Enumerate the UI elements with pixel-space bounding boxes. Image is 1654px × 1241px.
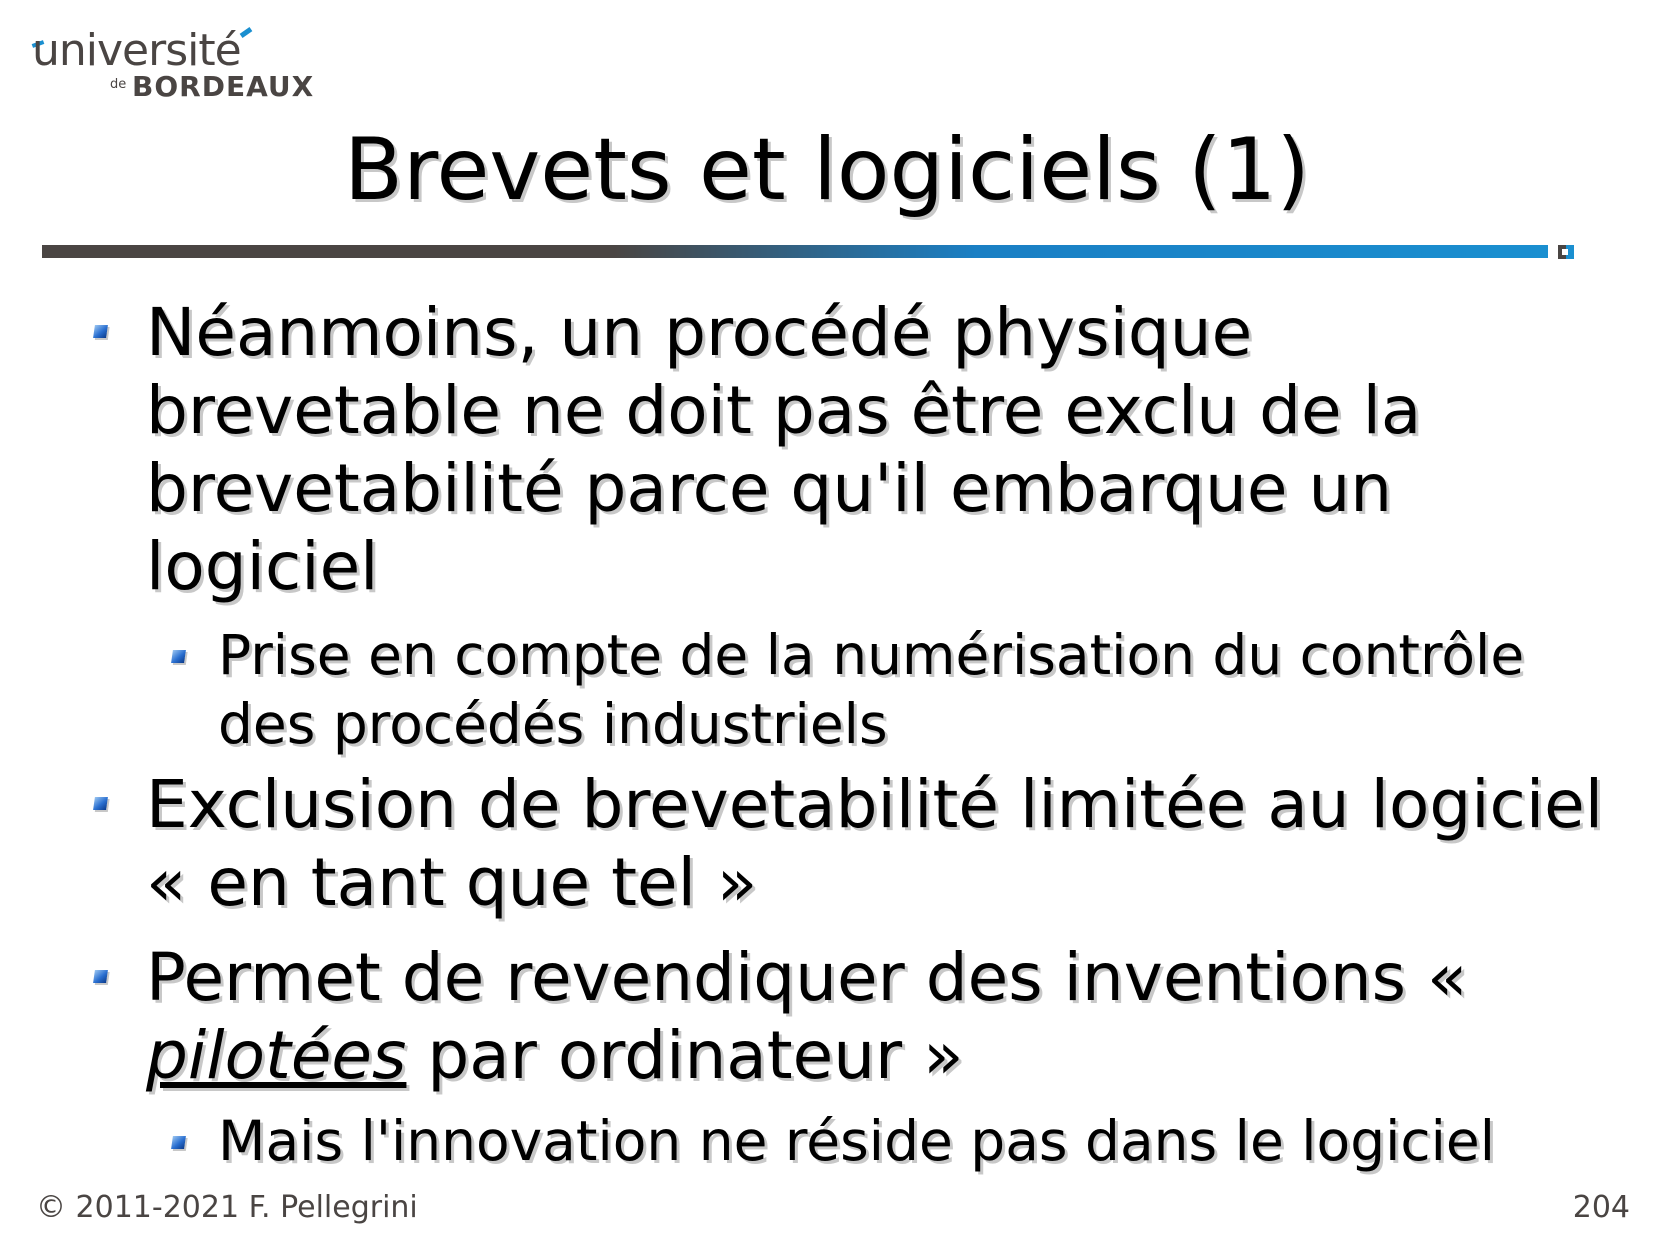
bullet-icon <box>93 325 108 338</box>
footer-copyright: © 2011-2021 F. Pellegrini <box>36 1190 418 1225</box>
logo-accent-mark <box>239 27 253 38</box>
bullet-icon <box>93 797 108 810</box>
list-item-sub: Mais l'innovation ne réside pas dans le … <box>218 1109 1496 1173</box>
item-text-emphasis: pilotées <box>146 1017 407 1094</box>
title-rule <box>42 245 1548 258</box>
list-item: Permet de revendiquer des inventions « p… <box>146 939 1626 1095</box>
item-text-after: par ordinateur » <box>406 1017 964 1094</box>
list-item: Exclusion de brevetabilité limitée au lo… <box>146 766 1604 921</box>
bullet-icon <box>171 1136 186 1149</box>
page-number: 204 <box>1572 1190 1630 1225</box>
rule-end-mark <box>1558 245 1574 259</box>
logo-line1: université <box>32 25 242 76</box>
logo-de: de <box>110 77 127 92</box>
list-item-sub: Prise en compte de la numérisation du co… <box>218 623 1525 756</box>
list-item: Néanmoins, un procédé physique brevetabl… <box>146 294 1422 605</box>
logo-line2: BORDEAUX <box>132 70 315 103</box>
bullet-icon <box>171 650 186 663</box>
slide-title: Brevets et logiciels (1) <box>344 120 1310 220</box>
bullet-icon <box>93 970 108 983</box>
item-text-before: Permet de revendiquer des inventions « <box>146 939 1468 1016</box>
university-logo: université de BORDEAUX <box>31 25 313 108</box>
